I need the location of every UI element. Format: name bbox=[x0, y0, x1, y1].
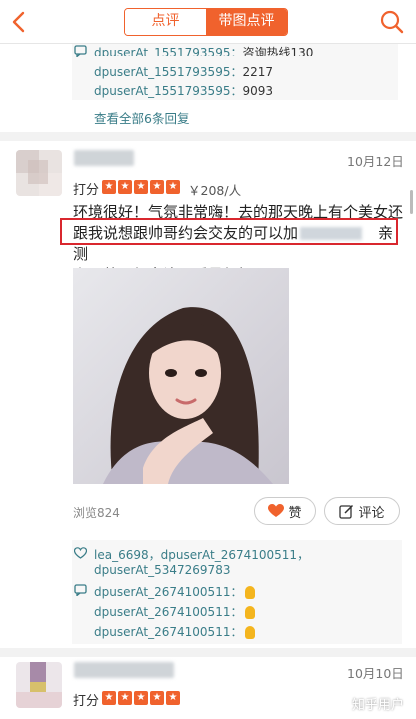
like-button[interactable]: 赞 bbox=[254, 497, 316, 525]
tab-reviews[interactable]: 点评 bbox=[125, 9, 206, 35]
reply-item: dpuserAt_1551793595：咨询热线130 bbox=[94, 46, 314, 56]
likers-list[interactable]: dpuserAt_5347269783 bbox=[94, 563, 230, 577]
comment-icon bbox=[74, 45, 87, 57]
reply-item: dpuserAt_1551793595：2217 bbox=[94, 65, 274, 79]
chevron-left-icon bbox=[12, 11, 25, 33]
review-date: 10月12日 bbox=[347, 154, 404, 169]
username-blurred[interactable] bbox=[74, 662, 174, 678]
comment-icon bbox=[74, 584, 87, 596]
ok-hand-icon bbox=[245, 606, 256, 619]
reply-item: dpuserAt_1551793595：9093 bbox=[94, 84, 274, 98]
view-all-replies-link[interactable]: 查看全部6条回复 bbox=[94, 108, 189, 127]
tab-photo-reviews[interactable]: 带图点评 bbox=[206, 9, 287, 35]
highlight-box bbox=[60, 218, 398, 245]
view-count: 浏览824 bbox=[73, 506, 120, 520]
likers-list[interactable]: lea_6698，dpuserAt_2674100511， bbox=[94, 546, 309, 563]
star-icon: ★ bbox=[102, 691, 116, 705]
avatar-blurred-image bbox=[16, 150, 62, 196]
comment-label: 评论 bbox=[358, 505, 385, 521]
review-photo[interactable] bbox=[73, 268, 289, 484]
search-icon bbox=[380, 10, 404, 34]
comment-item[interactable]: dpuserAt_2674100511： bbox=[94, 583, 256, 600]
avatar-blurred-image bbox=[16, 662, 62, 708]
comment-button[interactable]: 评论 bbox=[324, 497, 400, 525]
ok-hand-icon bbox=[245, 626, 256, 639]
edit-icon bbox=[339, 504, 354, 519]
watermark: 知乎用户 bbox=[351, 698, 404, 713]
review-type-switch: 点评 带图点评 bbox=[124, 8, 288, 36]
rating-label: 打分 bbox=[73, 183, 100, 198]
star-icon: ★ bbox=[134, 691, 148, 705]
username-blurred[interactable] bbox=[74, 150, 134, 166]
star-icon: ★ bbox=[150, 691, 164, 705]
comment-item[interactable]: dpuserAt_2674100511： bbox=[94, 623, 256, 640]
star-icon: ★ bbox=[118, 180, 132, 194]
comment-item[interactable]: dpuserAt_2674100511： bbox=[94, 603, 256, 620]
star-icon: ★ bbox=[166, 180, 180, 194]
price-per-person: ￥208/人 bbox=[188, 183, 242, 198]
section-divider bbox=[0, 132, 416, 141]
ok-hand-icon bbox=[245, 586, 256, 599]
top-bar: 点评 带图点评 bbox=[0, 0, 416, 44]
star-rating: ★ ★ ★ ★ ★ bbox=[102, 691, 180, 705]
star-icon: ★ bbox=[118, 691, 132, 705]
heart-icon bbox=[268, 504, 285, 517]
like-icon bbox=[74, 547, 87, 559]
star-icon: ★ bbox=[166, 691, 180, 705]
back-button[interactable] bbox=[6, 8, 34, 36]
search-button[interactable] bbox=[378, 8, 406, 36]
star-icon: ★ bbox=[102, 180, 116, 194]
avatar[interactable] bbox=[16, 662, 62, 708]
section-divider bbox=[0, 648, 416, 657]
avatar[interactable] bbox=[16, 150, 62, 196]
scrollbar[interactable] bbox=[410, 190, 413, 214]
star-icon: ★ bbox=[150, 180, 164, 194]
star-icon: ★ bbox=[134, 180, 148, 194]
review-date: 10月10日 bbox=[347, 666, 404, 681]
rating-label: 打分 bbox=[73, 694, 100, 709]
like-label: 赞 bbox=[288, 505, 302, 521]
portrait-photo bbox=[73, 268, 289, 484]
star-rating: ★ ★ ★ ★ ★ bbox=[102, 180, 180, 194]
